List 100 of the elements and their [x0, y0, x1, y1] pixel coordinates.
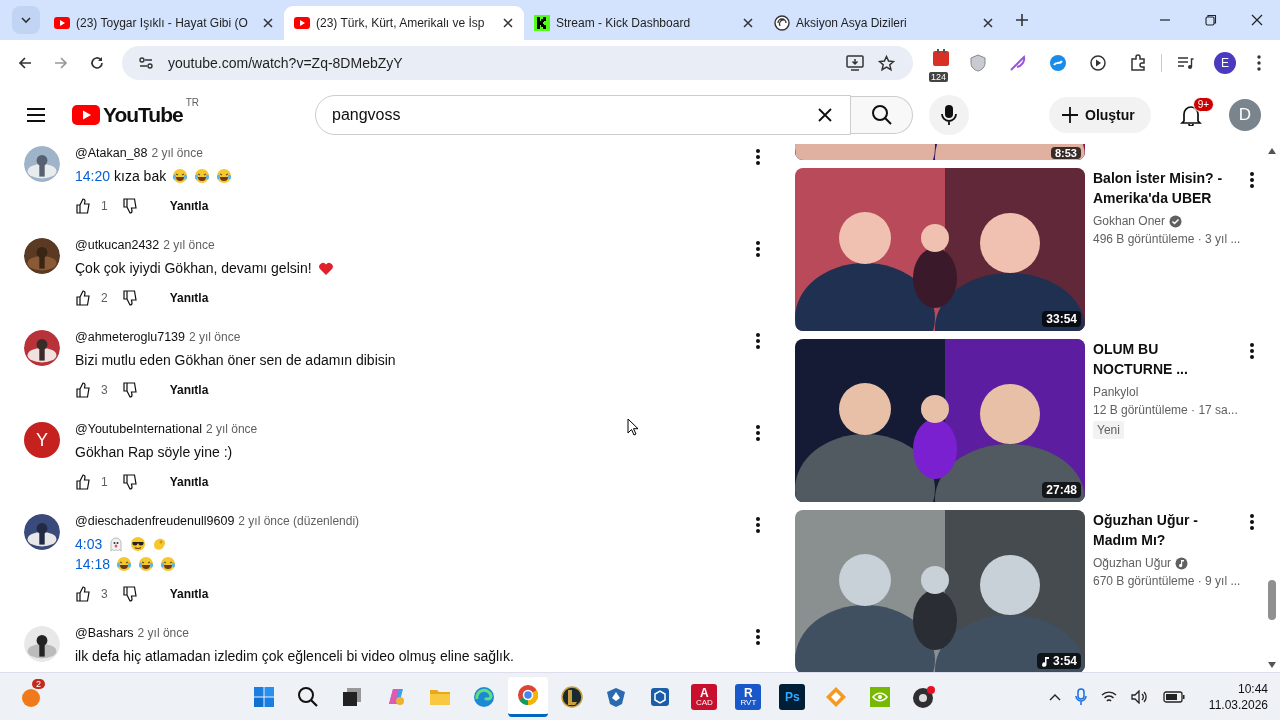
bookmark-star-icon[interactable]	[878, 54, 895, 72]
comment-author[interactable]: @utkucan2432	[75, 238, 160, 252]
scroll-thumb[interactable]	[1268, 580, 1276, 620]
more-options-icon[interactable]	[755, 628, 761, 646]
like-count: 2	[101, 291, 108, 305]
reply-button[interactable]: Yanıtla	[157, 377, 221, 403]
browser-tab[interactable]: Stream - Kick Dashboard	[524, 6, 764, 40]
feather-icon[interactable]	[1009, 54, 1027, 72]
menu-icon[interactable]	[26, 107, 46, 123]
search-button[interactable]	[851, 96, 913, 134]
voice-search-button[interactable]	[929, 95, 969, 135]
more-options-icon[interactable]	[755, 516, 761, 534]
video-title[interactable]: OLUM BU NOCTURNE ...	[1093, 339, 1225, 379]
chevron-up-icon[interactable]	[1048, 692, 1061, 701]
thumbs-down-icon[interactable]	[121, 290, 138, 306]
play-button-icon	[54, 17, 70, 29]
eye-logo-icon	[869, 685, 892, 708]
more-options-icon[interactable]	[1249, 171, 1255, 189]
thumbs-up-icon[interactable]	[75, 382, 91, 398]
comment-author[interactable]: @Bashars	[75, 626, 134, 640]
logo-text[interactable]: YouTube	[103, 103, 183, 127]
extensions-icon[interactable]	[1129, 54, 1147, 72]
channel-name[interactable]: Pankylol	[1093, 385, 1139, 399]
record-icon	[912, 684, 937, 709]
comment-author[interactable]: @YoutubeInternational	[75, 422, 202, 436]
comment-text: kıza bak	[114, 168, 167, 184]
wifi-icon[interactable]	[1100, 689, 1117, 704]
menu-icon[interactable]	[1256, 54, 1262, 72]
thumbs-up-icon[interactable]	[75, 474, 91, 490]
timestamp-link[interactable]: 14:20	[75, 168, 111, 184]
notification-badge: 9+	[1192, 97, 1215, 112]
timestamp-link[interactable]: 4:03	[75, 536, 103, 552]
profile-avatar[interactable]: E	[1214, 52, 1236, 74]
video-duration: 27:48	[1042, 482, 1081, 498]
music-note-icon	[1175, 556, 1189, 570]
taskbar-app[interactable]: R RVT	[728, 676, 769, 717]
thumbs-down-icon[interactable]	[121, 382, 138, 398]
reply-button[interactable]: Yanıtla	[157, 285, 221, 311]
tab-search-button[interactable]	[12, 6, 40, 34]
scroll-up-icon[interactable]	[1268, 148, 1276, 154]
account-avatar[interactable]: D	[1228, 99, 1261, 131]
video-title[interactable]: Balon İster Misin? - Amerika'da UBER	[1093, 168, 1225, 208]
timestamp-link[interactable]: 14:18	[75, 556, 111, 572]
shield-icon[interactable]	[969, 54, 987, 72]
more-options-icon[interactable]	[755, 148, 761, 166]
comment-text: Bizi mutlu eden Gökhan öner sen de adamın dibisin	[75, 352, 396, 368]
channel-name[interactable]: Oğuzhan Uğur	[1093, 556, 1172, 570]
comment-author[interactable]: @dieschadenfreudenull9609	[75, 514, 235, 528]
close-icon	[503, 18, 513, 28]
more-options-icon[interactable]	[755, 332, 761, 350]
video-duration: 8:53	[1050, 147, 1081, 159]
video-title[interactable]: Oğuzhan Uğur - Madım Mı?	[1093, 510, 1225, 550]
browser-tab[interactable]: (23) Türk, Kürt, Amerikalı ve İsp	[284, 6, 524, 40]
channel-name[interactable]: Gokhan Oner	[1093, 214, 1166, 228]
laughing-emoji-icon	[160, 556, 177, 572]
more-options-icon[interactable]	[1249, 342, 1255, 360]
clock-time[interactable]: 10:44	[1238, 680, 1268, 697]
browser-tab[interactable]: (23) Toygar Işıklı - Hayat Gibi (O	[44, 6, 284, 40]
reply-button[interactable]: Yanıtla	[157, 581, 221, 607]
scroll-down-icon[interactable]	[1268, 662, 1276, 668]
thumbs-down-icon[interactable]	[121, 586, 138, 602]
caret-icon	[20, 14, 32, 26]
like-count: 1	[101, 199, 108, 213]
reply-button[interactable]: Yanıtla	[157, 469, 221, 495]
sunglasses-emoji-icon	[130, 536, 147, 552]
speaker-icon[interactable]	[1130, 689, 1149, 704]
calendar-extension-icon[interactable]	[931, 48, 951, 68]
swirl-extension-icon[interactable]	[1049, 54, 1067, 72]
region-code: TR	[185, 97, 200, 108]
play-circle-icon[interactable]	[1089, 54, 1107, 72]
battery-icon[interactable]	[1162, 690, 1185, 703]
taskbar-app[interactable]: Ps	[772, 676, 813, 717]
install-icon[interactable]	[846, 55, 864, 71]
reply-button[interactable]: Yanıtla	[157, 193, 221, 219]
create-button[interactable]: Oluştur	[1049, 97, 1151, 133]
taskbar-app[interactable]: A CAD	[684, 676, 725, 717]
clock-date[interactable]: 11.03.2026	[1208, 696, 1268, 713]
thumbs-down-icon[interactable]	[121, 474, 138, 490]
tab-title: Stream - Kick Dashboard	[556, 16, 691, 30]
thumbs-up-icon[interactable]	[75, 586, 91, 602]
clear-icon[interactable]	[817, 107, 833, 123]
comment-author[interactable]: @Atakan_88	[75, 146, 148, 160]
media-queue-icon[interactable]	[1176, 54, 1194, 72]
thumbs-down-icon[interactable]	[121, 198, 138, 214]
microphone-icon[interactable]	[1074, 687, 1087, 706]
tab-title: Aksiyon Asya Dizileri	[796, 16, 907, 30]
comment-author[interactable]: @ahmeteroglu7139	[75, 330, 185, 344]
address-bar[interactable]: youtube.com/watch?v=Zq-8DMebZyY	[122, 46, 913, 80]
restore-icon	[1205, 14, 1217, 26]
browser-tab[interactable]: Aksiyon Asya Dizileri	[764, 6, 1004, 40]
more-options-icon[interactable]	[1249, 513, 1255, 531]
more-options-icon[interactable]	[755, 424, 761, 442]
thumbs-up-icon[interactable]	[75, 198, 91, 214]
thumbs-up-icon[interactable]	[75, 290, 91, 306]
more-options-icon[interactable]	[755, 240, 761, 258]
tab-title: (23) Türk, Kürt, Amerikalı ve İsp	[316, 16, 485, 30]
extension-badge: 124	[929, 72, 949, 82]
app-tile-icon: A CAD	[691, 683, 718, 710]
user-avatar: Y	[24, 422, 60, 458]
search-field[interactable]: pangvoss	[315, 95, 851, 135]
